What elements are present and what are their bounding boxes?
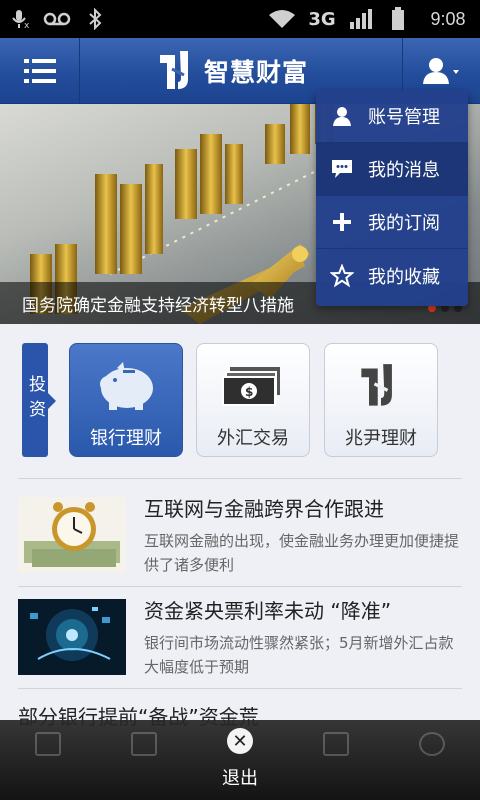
svg-text:$: $ [245, 385, 253, 399]
invest-section-tab[interactable]: 投资 [22, 343, 56, 457]
voicemail-icon [42, 0, 72, 38]
menu-item-subscriptions[interactable]: 我的订阅 [316, 196, 468, 249]
brand-name: 智慧财富 [204, 58, 309, 87]
news-summary: 互联网金融的出现，使金融业务办理更加便捷提供了诸多便利 [144, 532, 460, 574]
plus-icon [316, 212, 368, 232]
nav-ghost-item [96, 732, 192, 792]
banner-caption[interactable]: 国务院确定金融支持经济转型八措施 [22, 291, 294, 316]
nav-ghost-item [288, 732, 384, 792]
banknote-icon: $ [222, 358, 284, 414]
menu-item-label: 我的收藏 [368, 266, 440, 288]
brand-logo-icon [160, 51, 188, 89]
zhaoyin-finance-button[interactable]: 兆尹理财 [324, 343, 438, 457]
news-item[interactable]: 资金紧央票利率未动 “降准” 银行间市场流动性骤然紧张；5月新增外汇占款大幅度低… [18, 586, 462, 688]
news-thumbnail [18, 497, 126, 573]
logo-icon [359, 358, 403, 414]
forex-trading-button[interactable]: $ 外汇交易 [196, 343, 310, 457]
message-icon [316, 159, 368, 179]
bluetooth-icon [84, 0, 106, 38]
exit-label: 退出 [222, 768, 258, 789]
bank-finance-button[interactable]: 银行理财 [69, 343, 183, 457]
news-summary: 银行间市场流动性骤然紧张；5月新增外汇占款大幅度低于预期 [144, 634, 454, 676]
news-title: 互联网与金融跨界合作跟进 [144, 497, 384, 521]
piggy-bank-icon [95, 358, 157, 414]
svg-text:x: x [24, 21, 30, 30]
clock: 9:08 [430, 8, 466, 29]
zhaoyin-finance-label: 兆尹理财 [345, 428, 417, 449]
star-icon [316, 263, 368, 288]
network-type: 3G [308, 8, 336, 30]
menu-item-favorites[interactable]: 我的收藏 [316, 249, 468, 302]
close-icon: ✕ [227, 728, 253, 754]
menu-item-label: 我的订阅 [368, 213, 440, 234]
news-title: 资金紧央票利率未动 “降准” [144, 599, 392, 623]
status-bar: x 3G 9:08 [0, 0, 480, 38]
exit-button[interactable]: ✕ 退出 [210, 728, 270, 794]
news-list: 互联网与金融跨界合作跟进 互联网金融的出现，使金融业务办理更加便捷提供了诸多便利… [18, 478, 462, 729]
invest-section-label: 投资 [25, 375, 45, 425]
brand: 智慧财富 [158, 48, 308, 94]
bank-finance-label: 银行理财 [90, 428, 162, 449]
nav-ghost-item [384, 732, 480, 792]
user-dropdown-menu: 账号管理 我的消息 我的订阅 我的收藏 [316, 90, 468, 306]
mic-muted-icon: x [8, 0, 34, 38]
wifi-icon [266, 0, 298, 38]
forex-trading-label: 外汇交易 [217, 428, 289, 449]
menu-item-messages[interactable]: 我的消息 [316, 143, 468, 196]
menu-item-account[interactable]: 账号管理 [316, 90, 468, 143]
news-thumbnail [18, 599, 126, 675]
news-item[interactable]: 互联网与金融跨界合作跟进 互联网金融的出现，使金融业务办理更加便捷提供了诸多便利 [18, 478, 462, 586]
menu-icon [23, 59, 56, 83]
battery-icon [388, 0, 408, 38]
menu-item-label: 账号管理 [368, 107, 440, 128]
signal-icon [348, 0, 376, 38]
menu-button[interactable] [0, 38, 80, 104]
nav-ghost-item [0, 732, 96, 792]
invest-quick-entries: 投资 银行理财 $ 外汇交易 兆尹理财 [0, 340, 480, 460]
user-icon [422, 58, 459, 84]
user-icon [316, 105, 368, 127]
menu-item-label: 我的消息 [368, 160, 440, 181]
